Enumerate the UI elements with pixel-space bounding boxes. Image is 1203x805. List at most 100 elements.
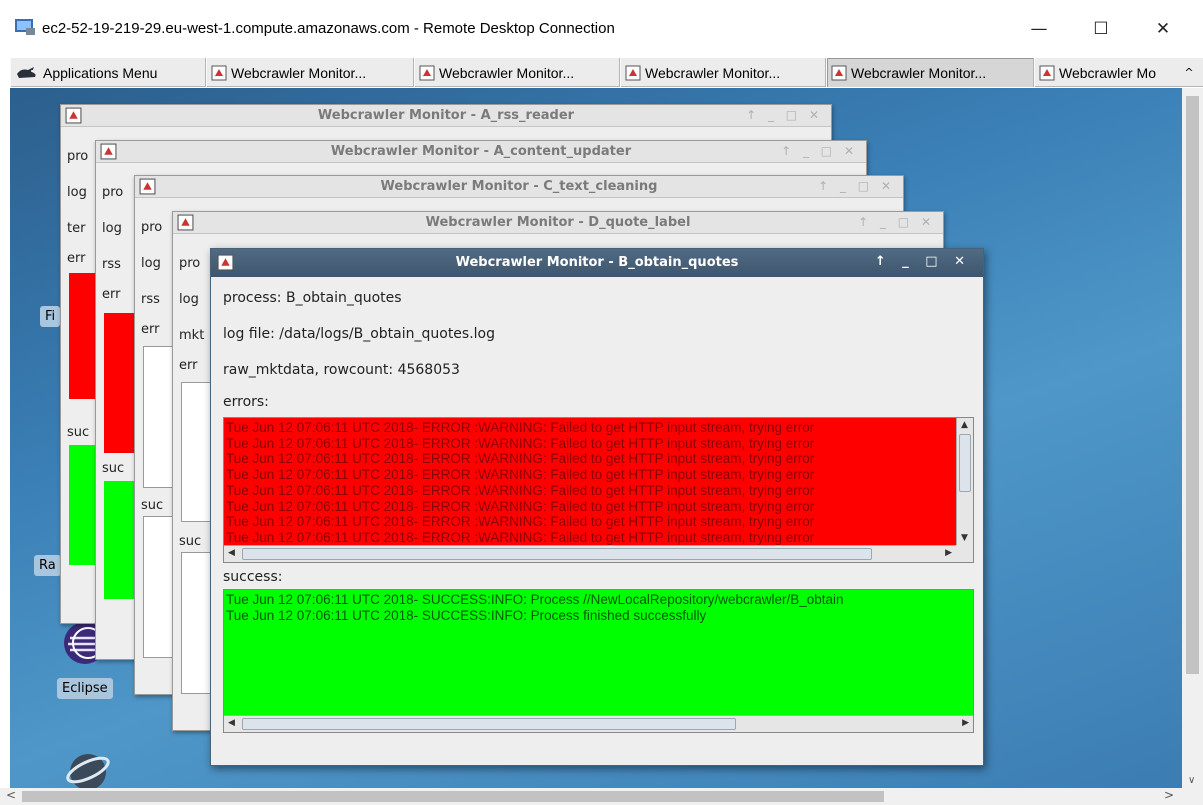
peek-label: pro [141,220,163,235]
error-log-line: Tue Jun 12 07:06:11 UTC 2018- ERROR :WAR… [226,514,815,530]
errors-heading: errors: [223,394,269,410]
success-area [181,552,211,694]
success-log-line: Tue Jun 12 07:06:11 UTC 2018- SUCCESS:IN… [226,607,707,623]
errors-area [143,346,173,488]
task-label: Webcrawler Monitor... [231,64,367,81]
peek-label: suc [179,534,202,549]
remote-desktop-icon [15,19,35,35]
maximize-button[interactable]: ☐ [1078,14,1124,44]
task-webcrawler-4-active[interactable]: Webcrawler Monitor... [826,58,1034,87]
task-label: Webcrawler Monitor... [851,64,987,81]
window-titlebar[interactable]: Webcrawler Monitor - B_obtain_quotes ↑ _… [211,249,983,277]
peek-label: log [179,292,199,307]
errors-area [104,313,134,453]
peek-label: log [141,256,161,271]
app-window-icon [1039,65,1055,80]
task-webcrawler-3[interactable]: Webcrawler Monitor... [620,58,826,87]
peek-label: err [141,322,160,337]
rdp-titlebar: ec2-52-19-219-29.eu-west-1.compute.amazo… [0,0,1203,58]
log-file-label: log file: /data/logs/B_obtain_quotes.log [223,326,496,342]
scroll-thumb[interactable] [959,434,971,492]
window-title: Webcrawler Monitor - C_text_cleaning [380,179,658,194]
scroll-up-arrow-icon[interactable]: ▲ [961,420,968,430]
error-log-line: Tue Jun 12 07:06:11 UTC 2018- ERROR :WAR… [226,498,815,514]
window-titlebar[interactable]: Webcrawler Monitor - A_content_updater ↑… [96,141,866,163]
peek-label: ter [67,221,86,236]
scroll-left-arrow-icon[interactable]: ◀ [228,718,235,728]
window-title: Webcrawler Monitor - D_quote_label [425,215,691,230]
success-horizontal-scrollbar[interactable]: ◀ ▶ [224,715,973,732]
peek-label: rss [102,257,121,272]
peek-label: log [102,221,122,236]
success-area [143,516,173,658]
errors-area [181,382,211,522]
rdp-horizontal-scroll-thumb[interactable] [22,791,884,802]
task-label: Webcrawler Monitor... [439,64,575,81]
peek-label: mkt [179,328,205,343]
task-webcrawler-5[interactable]: Webcrawler Mo [1034,58,1179,87]
window-title: Webcrawler Monitor - A_rss_reader [317,108,575,123]
desktop-icon-label-files[interactable]: Fi [40,306,61,327]
error-log-line: Tue Jun 12 07:06:11 UTC 2018- ERROR :WAR… [226,451,815,467]
app-window-icon [831,65,847,80]
error-log-line: Tue Jun 12 07:06:11 UTC 2018- ERROR :WAR… [226,482,815,498]
peek-label: suc [67,425,90,440]
peek-label: err [102,287,121,302]
peek-label: pro [67,149,89,164]
taskbar-scroll-up-arrow[interactable]: ^ [1179,58,1199,86]
window-controls[interactable]: ↑ _ □ ✕ [746,108,823,122]
error-log-line: Tue Jun 12 07:06:11 UTC 2018- ERROR :WAR… [226,529,815,545]
success-log[interactable]: Tue Jun 12 07:06:11 UTC 2018- SUCCESS:IN… [223,589,974,733]
rdp-vertical-scrollbar[interactable]: ∨ [1182,88,1203,788]
window-titlebar[interactable]: Webcrawler Monitor - D_quote_label ↑ _ □… [173,212,943,234]
scroll-left-arrow-icon[interactable]: ◀ [228,548,235,558]
window-b-obtain-quotes[interactable]: Webcrawler Monitor - B_obtain_quotes ↑ _… [210,248,984,766]
task-webcrawler-2[interactable]: Webcrawler Monitor... [414,58,620,87]
success-log-line: Tue Jun 12 07:06:11 UTC 2018- SUCCESS:IN… [226,592,844,607]
peek-label: suc [141,498,164,513]
errors-vertical-scrollbar[interactable]: ▲ ▼ [956,418,973,545]
planet-icon[interactable] [64,748,112,788]
window-title: Webcrawler Monitor - B_obtain_quotes [455,255,739,270]
scroll-down-arrow-icon[interactable]: ▼ [961,533,968,543]
rdp-vertical-scroll-thumb[interactable] [1186,96,1199,674]
peek-label: log [67,185,87,200]
errors-log-lines: Tue Jun 12 07:06:11 UTC 2018- ERROR :WAR… [224,418,956,545]
scroll-corner [956,545,973,562]
errors-horizontal-scrollbar[interactable]: ◀ ▶ [224,545,956,562]
app-window-icon [419,65,435,80]
rowcount-label: raw_mktdata, rowcount: 4568053 [223,362,460,378]
rdp-horizontal-scrollbar[interactable]: < > [0,788,1203,805]
scroll-right-arrow-icon[interactable]: ▶ [962,718,969,728]
window-controls[interactable]: ↑ _ □ ✕ [818,179,895,193]
error-log-line: Tue Jun 12 07:06:11 UTC 2018- ERROR :WAR… [226,420,815,435]
window-controls[interactable]: ↑ _ □ ✕ [781,144,858,158]
error-log-line: Tue Jun 12 07:06:11 UTC 2018- ERROR :WAR… [226,467,815,483]
scroll-left-arrow-icon[interactable]: < [6,788,16,802]
scroll-thumb[interactable] [242,548,872,560]
window-controls[interactable]: ↑ _ □ ✕ [875,254,971,269]
close-button[interactable]: ✕ [1140,14,1186,44]
mouse-logo-icon [17,66,36,78]
scroll-down-arrow-icon[interactable]: ∨ [1188,775,1195,786]
applications-menu-button[interactable]: Applications Menu [10,58,206,87]
task-label: Webcrawler Mo [1059,64,1156,81]
applications-menu-label: Applications Menu [43,64,158,81]
desktop-icon-label-ra[interactable]: Ra [34,555,61,576]
scroll-thumb[interactable] [242,718,736,730]
window-titlebar[interactable]: Webcrawler Monitor - A_rss_reader ↑ _ □ … [61,105,831,127]
task-label: Webcrawler Monitor... [645,64,781,81]
window-controls[interactable]: ↑ _ □ ✕ [858,215,935,229]
scroll-right-arrow-icon[interactable]: ▶ [945,548,952,558]
success-heading: success: [223,569,283,585]
app-window-icon [625,65,641,80]
errors-log[interactable]: Tue Jun 12 07:06:11 UTC 2018- ERROR :WAR… [223,417,974,563]
minimize-button[interactable]: — [1016,14,1062,44]
peek-label: rss [141,292,160,307]
window-titlebar[interactable]: Webcrawler Monitor - C_text_cleaning ↑ _… [135,176,903,198]
desktop-icon-label-eclipse[interactable]: Eclipse [57,678,113,699]
peek-label: pro [179,256,201,271]
window-title: Webcrawler Monitor - A_content_updater [330,144,632,159]
task-webcrawler-1[interactable]: Webcrawler Monitor... [206,58,414,87]
scroll-right-arrow-icon[interactable]: > [1164,788,1174,802]
